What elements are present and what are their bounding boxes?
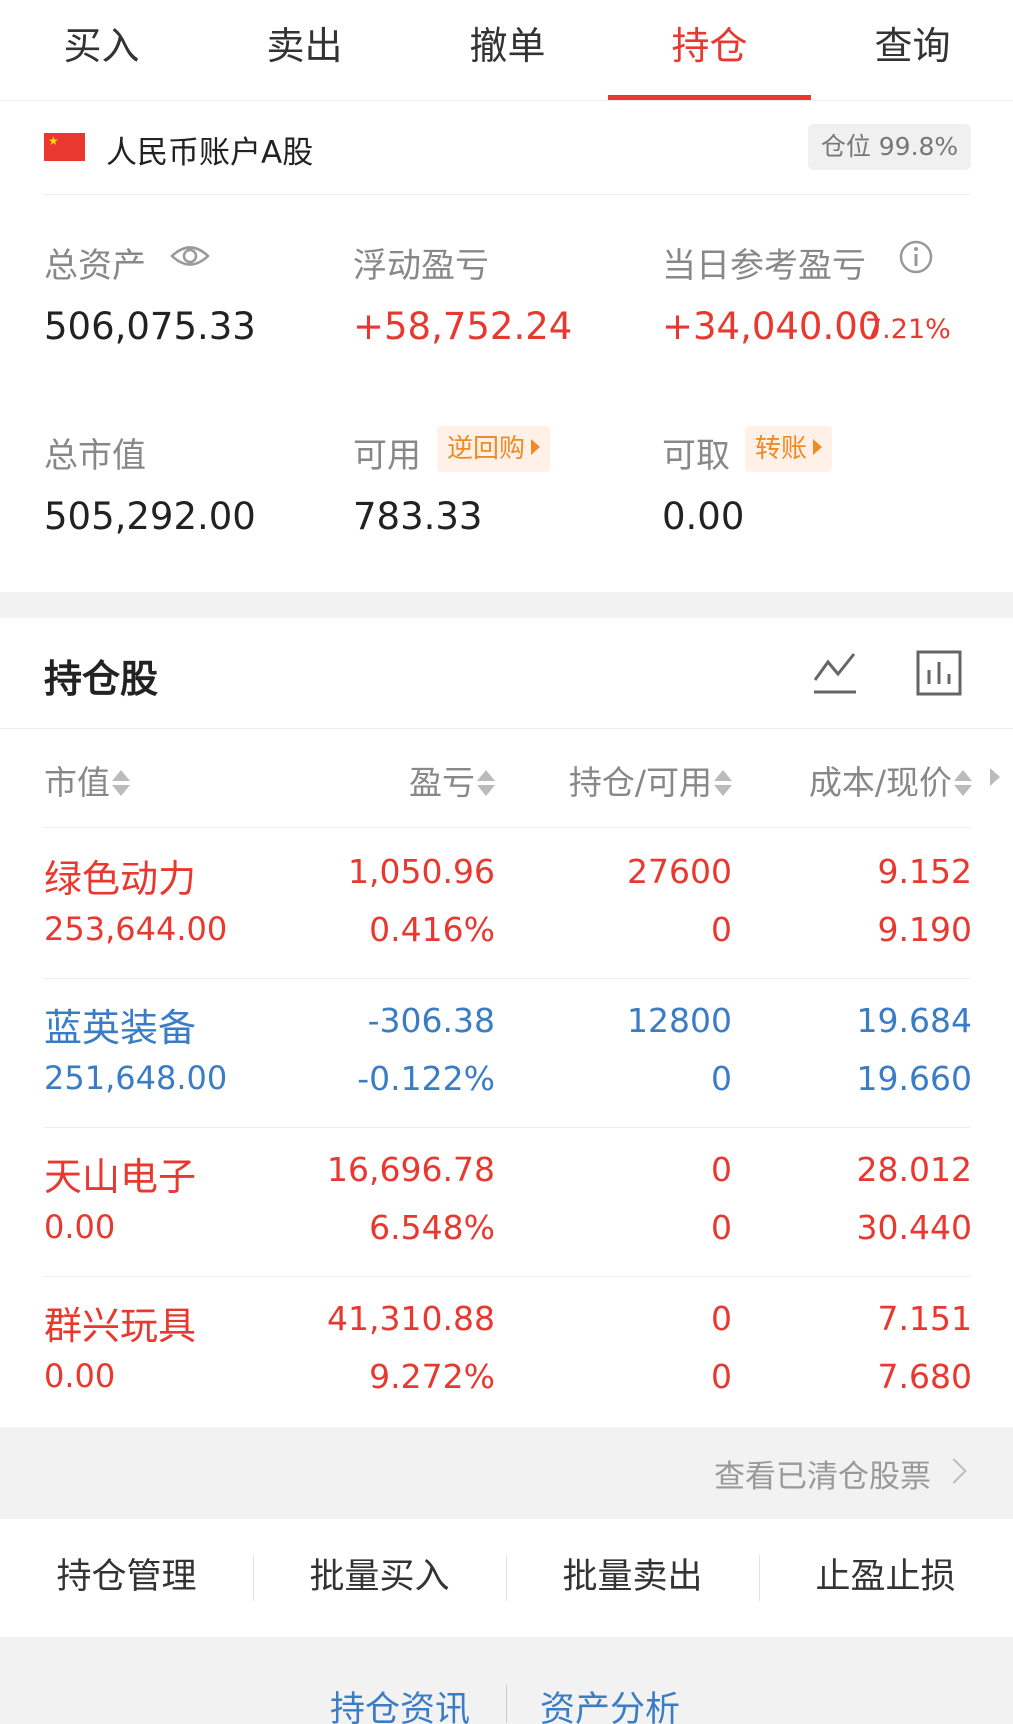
tab-cancel-order[interactable]: 撤单 [406,0,609,101]
stock-market-value: 251,648.00 [44,1059,228,1097]
batch-buy-button[interactable]: 批量买入 [253,1519,506,1637]
cleared-stocks-bar[interactable]: 查看已清仓股票 [0,1427,1013,1519]
holding-row[interactable]: 蓝英装备 251,648.00 -306.38 -0.122% 12800 0 … [0,977,1013,1126]
daily-pl-value: +34,040.00 [662,305,882,348]
stock-price: 7.680 [877,1357,972,1396]
account-row[interactable]: ★ 人民币账户A股 仓位 99.8% [0,101,1013,196]
position-management-button[interactable]: 持仓管理 [0,1519,253,1637]
col-header-cost-price[interactable]: 成本/现价 [809,756,972,804]
stock-cost: 9.152 [877,852,972,891]
stock-cost: 28.012 [856,1150,972,1189]
stock-available: 0 [711,1357,732,1396]
holding-row[interactable]: 天山电子 0.00 16,696.78 6.548% 0 0 28.012 30… [0,1126,1013,1275]
stock-name: 蓝英装备 [44,1006,197,1050]
info-icon[interactable] [898,239,934,275]
divider [506,1685,507,1723]
stock-price: 19.660 [856,1059,972,1098]
sort-icon [954,768,972,798]
take-profit-stop-loss-button[interactable]: 止盈止损 [759,1519,1012,1637]
play-arrow-icon [813,439,823,455]
col-header-pl[interactable]: 盈亏 [409,756,495,804]
holdings-news-link[interactable]: 持仓资讯 [330,1681,470,1724]
daily-pl-pct: 7.21% [865,314,951,345]
holdings-action-bar: 持仓管理 批量买入 批量卖出 止盈止损 [0,1519,1013,1637]
stock-pl: -306.38 [367,1001,495,1040]
tab-holdings[interactable]: 持仓 [608,0,811,101]
scroll-right-icon[interactable] [990,768,1000,786]
divider [44,194,970,195]
chevron-right-icon [941,1458,967,1484]
withdrawable-label: 可取 [662,436,730,476]
holding-row[interactable]: 群兴玩具 0.00 41,310.88 9.272% 0 0 7.151 7.6… [0,1275,1013,1424]
total-assets-value: 506,075.33 [44,305,256,348]
stock-pl: 16,696.78 [327,1150,495,1189]
col-header-position[interactable]: 持仓/可用 [569,756,732,804]
stock-price: 30.440 [856,1208,972,1247]
sort-icon [714,768,732,798]
stock-position: 12800 [627,1001,732,1040]
sort-icon [112,768,130,798]
tab-sell[interactable]: 卖出 [203,0,406,101]
cleared-stocks-link[interactable]: 查看已清仓股票 [714,1451,931,1496]
stock-pl-pct: 9.272% [369,1357,495,1396]
stock-pl: 41,310.88 [327,1299,495,1338]
active-tab-indicator [608,95,811,100]
sort-icon [477,768,495,798]
stock-market-value: 253,644.00 [44,910,228,948]
stock-pl-pct: 0.416% [369,910,495,949]
market-value-value: 505,292.00 [44,495,256,538]
daily-pl-label: 当日参考盈亏 [662,246,866,286]
col-header-market-value[interactable]: 市值 [44,756,130,804]
tab-buy[interactable]: 买入 [0,0,203,101]
trend-chart-icon[interactable] [812,646,858,696]
reverse-repo-button[interactable]: 逆回购 [437,426,551,472]
bottom-links-bar: 持仓资讯 资产分析 [0,1637,1013,1724]
stock-market-value: 0.00 [44,1208,116,1246]
top-tab-bar: 买入 卖出 撤单 持仓 查询 [0,0,1013,101]
position-ratio-badge: 仓位 99.8% [808,124,971,170]
play-arrow-icon [531,439,541,455]
reverse-repo-label: 逆回购 [447,434,526,464]
available-label: 可用 [353,436,421,476]
section-gap [0,592,1013,618]
available-value: 783.33 [353,495,483,538]
stock-available: 0 [711,1208,732,1247]
stock-position: 0 [711,1299,732,1338]
stock-name: 群兴玩具 [44,1304,197,1348]
stock-cost: 7.151 [877,1299,972,1338]
transfer-button[interactable]: 转账 [745,426,833,472]
stock-available: 0 [711,1059,732,1098]
stock-pl: 1,050.96 [348,852,495,891]
floating-pl-value: +58,752.24 [353,305,573,348]
stock-available: 0 [711,910,732,949]
market-value-label: 总市值 [44,436,146,476]
asset-analysis-link[interactable]: 资产分析 [540,1681,680,1724]
stock-price: 9.190 [877,910,972,949]
stock-market-value: 0.00 [44,1357,116,1395]
bar-chart-icon[interactable] [916,650,962,696]
stock-name: 绿色动力 [44,857,197,901]
holding-row[interactable]: 绿色动力 253,644.00 1,050.96 0.416% 27600 0 … [0,828,1013,977]
stock-pl-pct: -0.122% [357,1059,495,1098]
stock-pl-pct: 6.548% [369,1208,495,1247]
total-assets-label: 总资产 [44,246,146,286]
stock-position: 0 [711,1150,732,1189]
eye-icon[interactable] [170,241,210,271]
transfer-label: 转账 [755,434,808,464]
stock-position: 27600 [627,852,732,891]
account-name: 人民币账户A股 [106,135,314,171]
stock-cost: 19.684 [856,1001,972,1040]
tab-query[interactable]: 查询 [811,0,1013,101]
china-flag-icon: ★ [44,133,85,161]
withdrawable-value: 0.00 [662,495,745,538]
divider [0,728,1013,729]
holdings-title: 持仓股 [44,657,159,701]
floating-pl-label: 浮动盈亏 [353,246,489,286]
stock-name: 天山电子 [44,1155,197,1199]
batch-sell-button[interactable]: 批量卖出 [506,1519,759,1637]
